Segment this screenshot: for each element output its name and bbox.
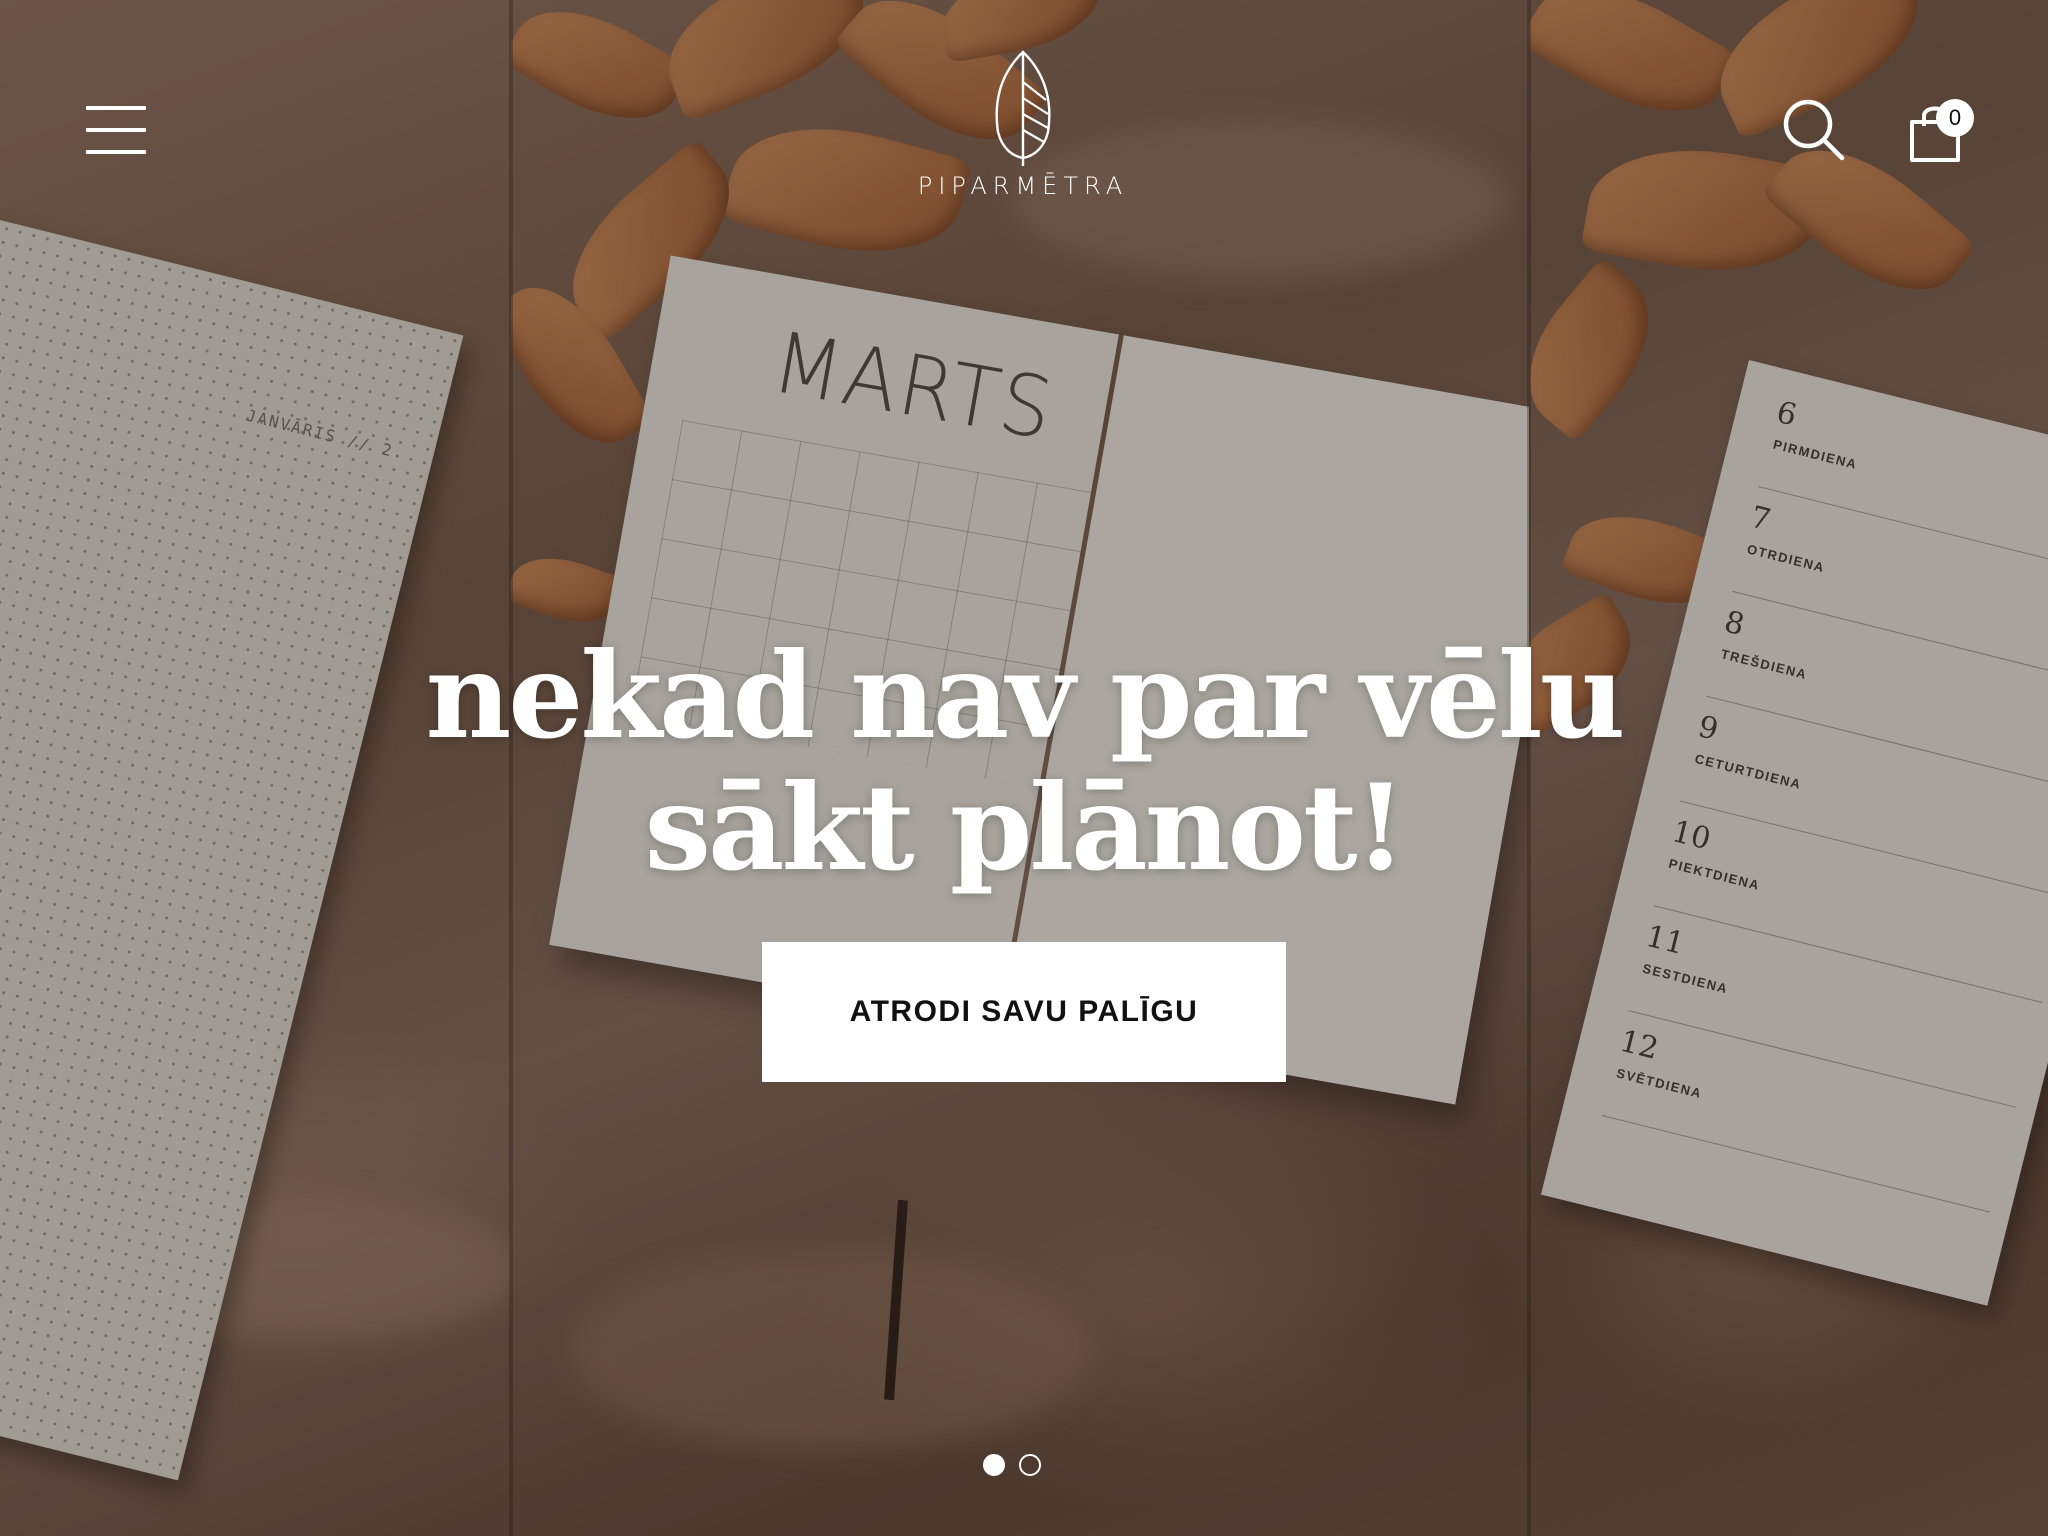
hamburger-menu-icon[interactable]: [86, 106, 146, 154]
find-your-helper-button[interactable]: ATRODI SAVU PALĪGU: [762, 942, 1286, 1082]
brand-name: PIPARMĒTRA: [917, 172, 1129, 200]
slider-pagination: [983, 1454, 1041, 1480]
search-icon[interactable]: [1782, 98, 1846, 162]
hero-title-line2: sākt plānot!: [644, 758, 1407, 897]
hero-title-line1: nekad nav par vēlu: [425, 626, 1625, 765]
hero-title: nekad nav par vēlu sākt plānot!: [0, 630, 2048, 894]
slide-dot-1[interactable]: [983, 1454, 1005, 1476]
cart-count-badge[interactable]: 0: [1936, 99, 1974, 137]
leaf-logo-icon: [995, 50, 1051, 166]
slide-dot-2[interactable]: [1019, 1454, 1041, 1476]
brand-logo[interactable]: PIPARMĒTRA: [910, 48, 1136, 200]
